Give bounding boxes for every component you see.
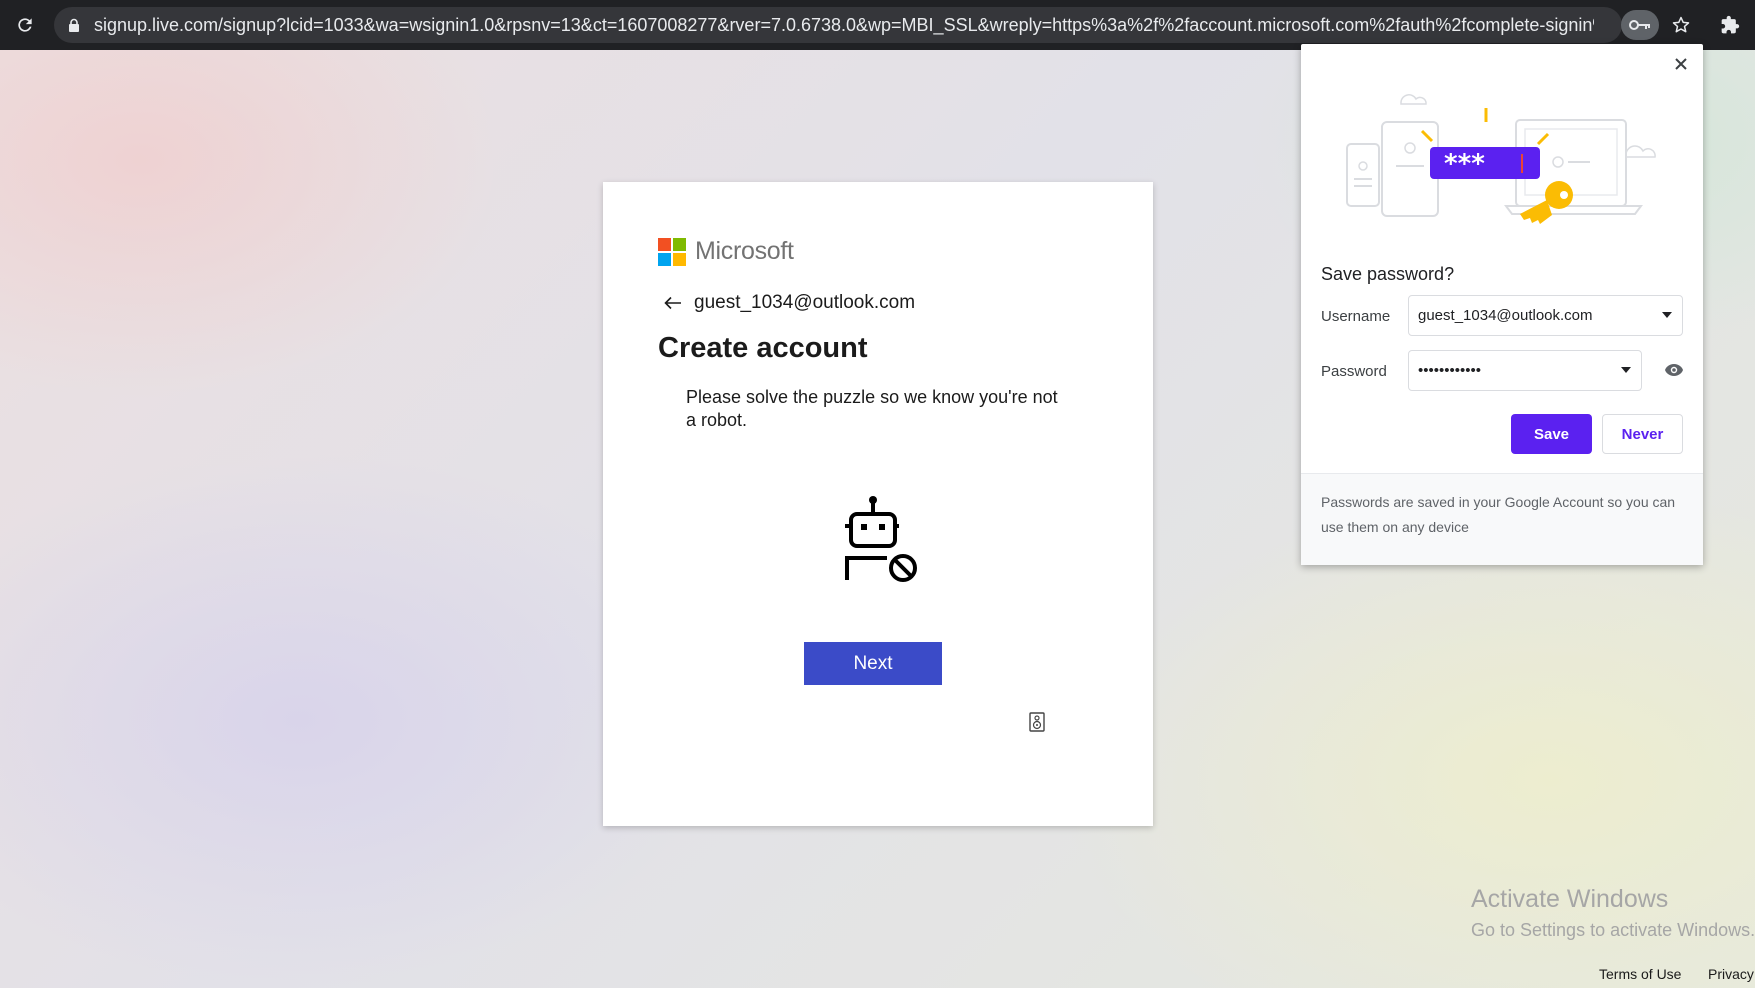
next-button[interactable]: Next [804,642,942,685]
extensions-button[interactable] [1715,10,1745,40]
url-text[interactable]: signup.live.com/signup?lcid=1033&wa=wsig… [94,15,1594,36]
password-asterisks: *** [1444,149,1485,179]
lock-icon[interactable] [68,7,90,43]
activate-windows-subtitle: Go to Settings to activate Windows. [1471,920,1755,940]
back-arrow-icon[interactable] [662,292,684,314]
bookmark-button[interactable] [1666,10,1696,40]
never-button[interactable]: Never [1602,414,1683,454]
show-password-button[interactable] [1662,358,1686,382]
username-value: guest_1034@outlook.com [1418,307,1593,324]
terms-of-use-link[interactable]: Terms of Use [1599,966,1681,982]
chevron-down-icon [1621,367,1631,373]
footer-note: Passwords are saved in your Google Accou… [1321,494,1676,535]
robot-blocked-icon [845,496,917,582]
username-label: Username [1321,308,1391,325]
microsoft-logo-icon [658,237,686,266]
eye-icon [1665,364,1683,376]
activate-windows-title: Activate Windows [1471,885,1669,913]
reload-button[interactable] [0,0,50,50]
privacy-link[interactable]: Privacy [1708,966,1754,982]
save-button[interactable]: Save [1511,414,1592,454]
password-illustration: *** [1346,94,1656,224]
save-password-dialog: *** Save password? Username guest_1034@o… [1301,44,1703,565]
browser-toolbar: signup.live.com/signup?lcid=1033&wa=wsig… [0,0,1755,50]
star-icon [1672,16,1690,33]
brand-name: Microsoft [695,237,794,265]
password-footer: Passwords are saved in your Google Accou… [1301,473,1703,565]
signup-card: Microsoft guest_1034@outlook.com Create … [603,182,1153,826]
password-value: •••••••••••• [1418,362,1482,379]
identity-banner[interactable]: guest_1034@outlook.com [662,292,915,314]
save-password-title: Save password? [1321,264,1455,284]
key-icon [1629,20,1650,30]
chevron-down-icon [1662,312,1672,318]
password-label: Password [1321,363,1387,380]
audio-challenge-icon[interactable] [1029,712,1045,732]
address-bar[interactable]: signup.live.com/signup?lcid=1033&wa=wsig… [54,7,1622,43]
identity-email: guest_1034@outlook.com [694,292,916,313]
password-key-button[interactable] [1621,10,1659,40]
puzzle-description: Please solve the puzzle so we know you'r… [686,387,1058,430]
page-title: Create account [658,332,868,364]
microsoft-logo: Microsoft [658,237,794,266]
password-select[interactable]: •••••••••••• [1408,350,1642,391]
reload-icon [18,18,32,32]
username-select[interactable]: guest_1034@outlook.com [1408,295,1683,336]
puzzle-icon [1721,15,1740,34]
